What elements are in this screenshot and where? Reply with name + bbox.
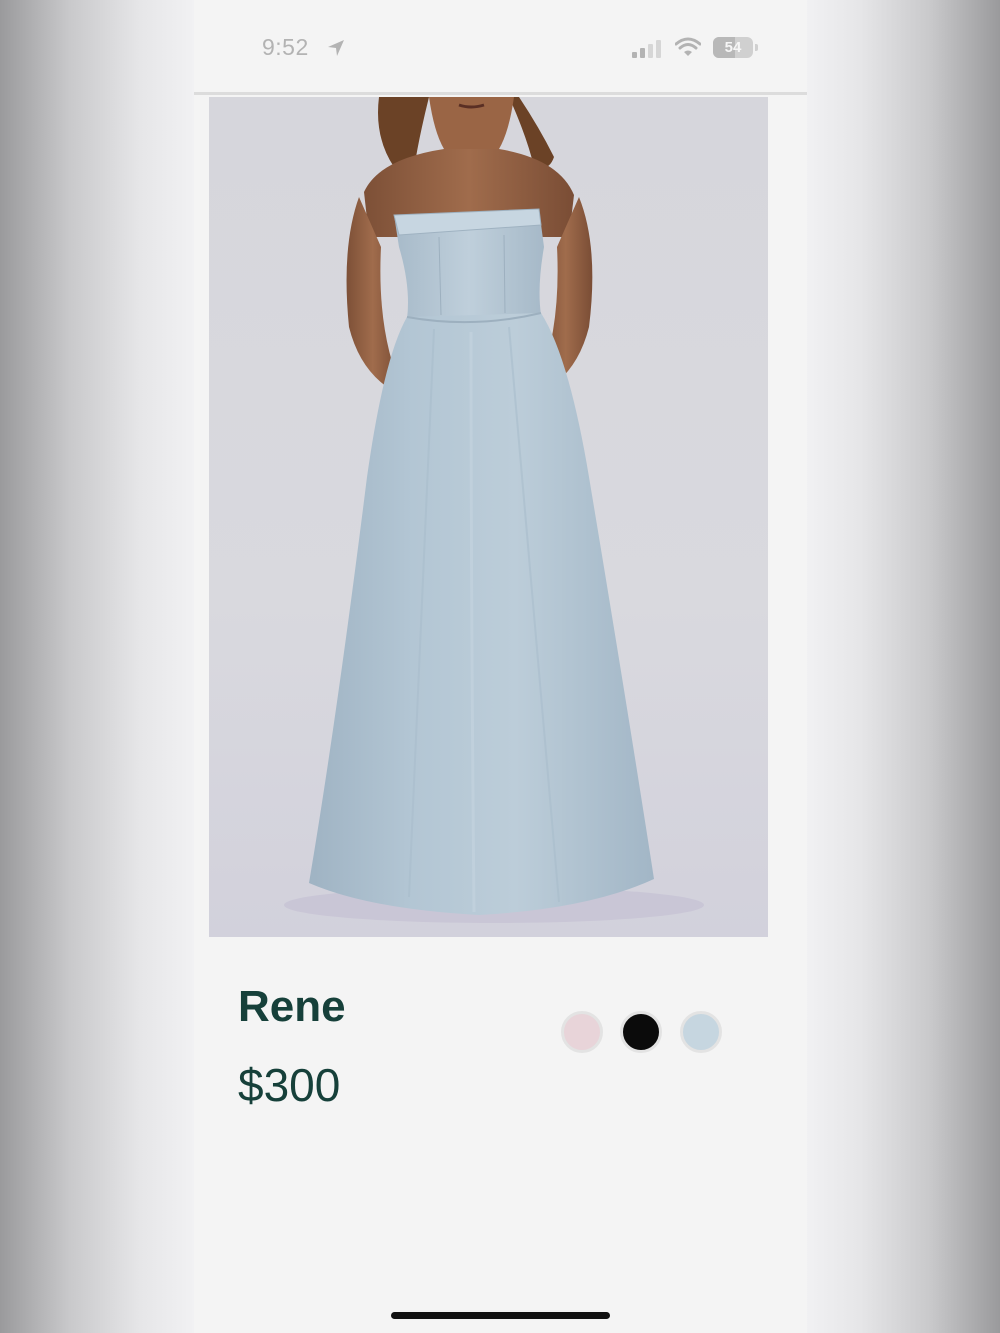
product-name: Rene: [238, 982, 346, 1031]
color-swatch-blush[interactable]: [561, 1011, 603, 1053]
cellular-signal-icon: [632, 40, 661, 58]
location-arrow-icon: [328, 40, 344, 56]
color-swatch-light-blue[interactable]: [680, 1011, 722, 1053]
gown-photo-illustration: [284, 97, 704, 923]
wifi-icon: [675, 37, 701, 56]
product-price: $300: [238, 1059, 341, 1111]
battery-cap: [755, 44, 758, 51]
battery-percentage: 54: [724, 39, 742, 56]
status-bar: 9:52 54: [194, 0, 807, 95]
color-swatch-black[interactable]: [620, 1011, 662, 1053]
battery-icon: 54: [713, 37, 753, 58]
product-image[interactable]: [209, 97, 768, 937]
phone-screen: 9:52 54 Rene $300: [194, 0, 807, 1333]
home-indicator[interactable]: [391, 1312, 610, 1319]
status-time: 9:52: [262, 34, 309, 60]
